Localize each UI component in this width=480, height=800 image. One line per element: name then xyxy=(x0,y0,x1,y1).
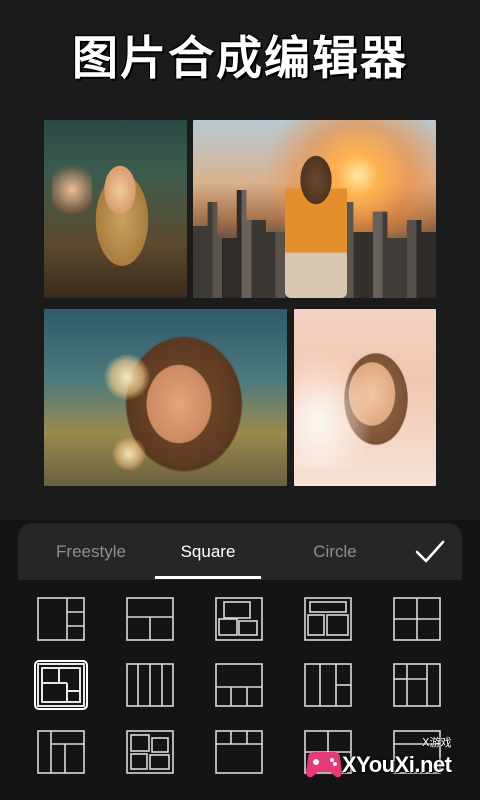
light-glow xyxy=(294,349,374,469)
tab-circle[interactable]: Circle xyxy=(280,539,390,565)
layout-option-6[interactable] xyxy=(34,660,88,710)
active-tab-indicator xyxy=(155,576,261,579)
page-title: 图片合成编辑器 xyxy=(62,22,418,88)
collage-photo-4[interactable] xyxy=(294,309,436,486)
collage-photo-2[interactable] xyxy=(193,120,436,298)
neon-sign-decoration xyxy=(52,160,92,220)
layout-option-1[interactable] xyxy=(37,597,85,641)
layout-option-11[interactable] xyxy=(37,730,85,774)
site-watermark: X游戏 XYouXi.net xyxy=(302,734,472,792)
bokeh-light xyxy=(112,437,146,471)
layout-option-8[interactable] xyxy=(215,663,263,707)
watermark-caption: X游戏 xyxy=(422,736,452,749)
title-banner: 图片合成编辑器 xyxy=(0,0,480,110)
collage-photo-3[interactable] xyxy=(44,309,287,486)
tab-bar: Freestyle Square Circle xyxy=(18,523,462,580)
layout-option-5[interactable] xyxy=(393,597,441,641)
layout-option-9[interactable] xyxy=(304,663,352,707)
bokeh-light xyxy=(104,354,150,400)
tab-square[interactable]: Square xyxy=(155,539,261,565)
layout-option-3[interactable] xyxy=(215,597,263,641)
layout-option-2[interactable] xyxy=(126,597,174,641)
tab-freestyle[interactable]: Freestyle xyxy=(36,539,146,565)
person-figure xyxy=(285,146,347,298)
layout-option-7[interactable] xyxy=(126,663,174,707)
watermark-site: XYouXi.net xyxy=(342,752,452,777)
gamepad-logo-icon xyxy=(306,752,342,778)
collage-preview[interactable] xyxy=(44,120,436,488)
collage-photo-1[interactable] xyxy=(44,120,187,298)
confirm-button[interactable] xyxy=(412,535,448,569)
layout-option-10[interactable] xyxy=(393,663,441,707)
layout-option-4[interactable] xyxy=(304,597,352,641)
layout-option-12[interactable] xyxy=(126,730,174,774)
checkmark-icon xyxy=(415,540,445,563)
layout-option-13[interactable] xyxy=(215,730,263,774)
